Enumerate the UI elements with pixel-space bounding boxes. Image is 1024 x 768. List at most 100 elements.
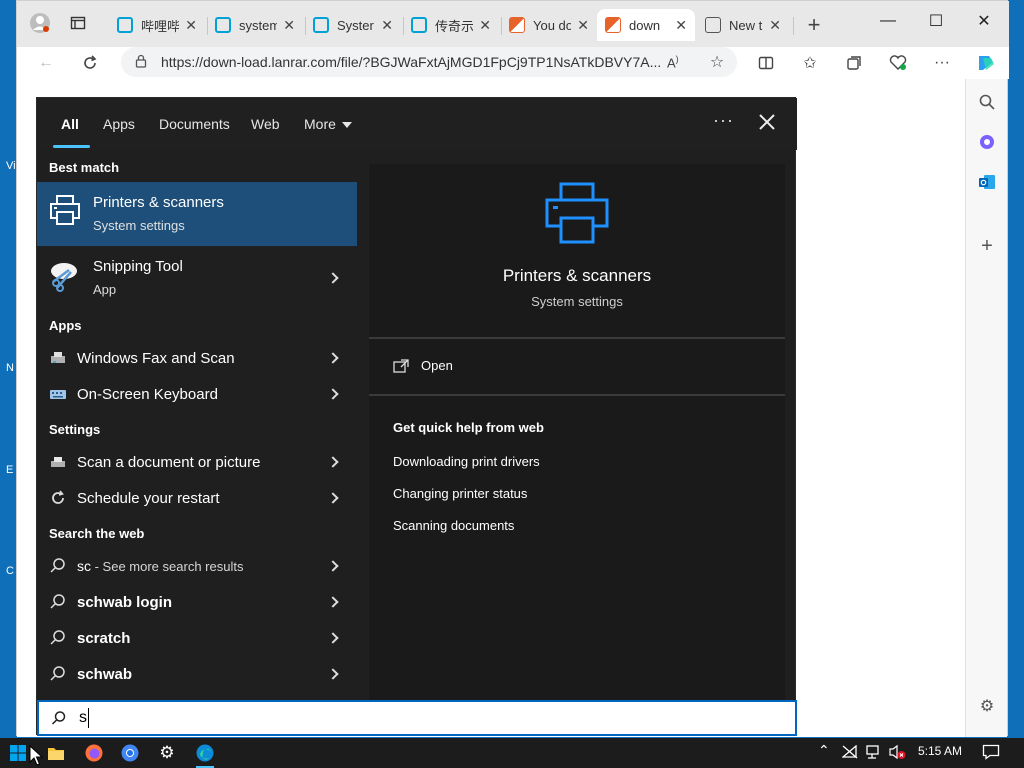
filter-tab-web[interactable]: Web	[251, 116, 280, 132]
chevron-right-icon[interactable]	[327, 388, 339, 400]
result-setting[interactable]: Schedule your restart	[37, 480, 357, 516]
file-explorer-icon[interactable]	[44, 742, 68, 764]
lanzou-icon	[509, 17, 525, 33]
help-link[interactable]: Scanning documents	[393, 518, 514, 533]
back-arrow-icon[interactable]: ←	[31, 49, 61, 77]
chevron-right-icon[interactable]	[327, 668, 339, 680]
chevron-right-icon[interactable]	[327, 492, 339, 504]
close-tab-icon[interactable]: ✕	[769, 17, 781, 34]
fax-scan-icon	[51, 352, 65, 363]
favorite-star-icon[interactable]: ☆	[697, 52, 737, 72]
filter-tab-more[interactable]: More	[304, 116, 352, 132]
browser-tab-active[interactable]: down ✕	[597, 9, 695, 41]
close-tab-icon[interactable]: ✕	[479, 17, 491, 34]
maximize-icon[interactable]: ☐	[913, 7, 959, 35]
desktop-icon-label: Vi	[6, 160, 16, 172]
filter-tab-documents[interactable]: Documents	[159, 116, 230, 132]
chevron-right-icon[interactable]	[327, 352, 339, 364]
search-icon	[50, 666, 65, 681]
result-title: Scan a document or picture	[77, 453, 261, 471]
refresh-icon[interactable]	[75, 49, 105, 77]
close-tab-icon[interactable]: ✕	[577, 17, 589, 34]
network-icon[interactable]	[866, 745, 882, 759]
lock-icon[interactable]	[135, 54, 155, 71]
chevron-right-icon[interactable]	[327, 560, 339, 572]
preview-subtitle: System settings	[531, 294, 623, 309]
help-link[interactable]: Changing printer status	[393, 486, 527, 501]
section-heading: Search the web	[49, 526, 145, 541]
settings-gear-icon[interactable]: ⚙	[974, 693, 1000, 719]
show-hidden-icons-chevron-icon[interactable]: ⌃	[818, 742, 830, 759]
chevron-down-icon	[341, 122, 352, 129]
start-windows-icon[interactable]	[6, 742, 30, 764]
add-sidebar-icon[interactable]: +	[974, 233, 1000, 259]
web-query-suffix: - See more search results	[91, 559, 244, 574]
browser-tab[interactable]: system ✕	[207, 9, 303, 41]
result-snipping-tool[interactable]: Snipping Tool App	[37, 246, 357, 310]
profile-avatar-icon[interactable]	[25, 9, 55, 37]
address-bar[interactable]: https://down-load.lanrar.com/file/?BGJWa…	[121, 47, 737, 77]
tab-label: You do	[533, 17, 572, 33]
outlook-icon[interactable]	[974, 169, 1000, 195]
browser-tab[interactable]: 哔哩哔 ✕	[109, 9, 205, 41]
lanzou-icon	[605, 17, 621, 33]
help-link[interactable]: Downloading print drivers	[393, 454, 540, 469]
tab-actions-icon[interactable]	[63, 9, 93, 37]
edge-icon[interactable]	[193, 742, 217, 764]
close-tab-icon[interactable]: ✕	[283, 17, 295, 34]
minimize-icon[interactable]: —	[865, 7, 911, 35]
result-app[interactable]: Windows Fax and Scan	[37, 340, 357, 376]
web-search-result[interactable]: scratch	[37, 620, 357, 656]
close-icon[interactable]	[755, 110, 779, 134]
chevron-right-icon[interactable]	[327, 632, 339, 644]
result-title: Windows Fax and Scan	[77, 349, 235, 367]
best-match-result[interactable]: Printers & scanners System settings	[37, 182, 357, 246]
web-query: sc	[77, 558, 91, 574]
browser-tab[interactable]: Syster ✕	[305, 9, 401, 41]
collections-icon[interactable]	[839, 49, 869, 77]
web-search-result[interactable]: schwab login	[37, 584, 357, 620]
open-action[interactable]: Open	[393, 358, 453, 373]
browser-tab[interactable]: New t ✕	[697, 9, 789, 41]
browser-essentials-icon[interactable]	[883, 49, 913, 77]
start-search-panel: All Apps Documents Web More ··· Best mat…	[36, 97, 797, 736]
split-screen-icon[interactable]	[751, 49, 781, 77]
web-result-text: sc - See more search results	[77, 558, 243, 574]
filter-tab-all[interactable]: All	[61, 116, 79, 132]
read-aloud-icon[interactable]: A)	[667, 54, 697, 70]
settings-gear-icon[interactable]: ⚙	[155, 742, 179, 764]
search-icon[interactable]	[974, 89, 1000, 115]
close-tab-icon[interactable]: ✕	[381, 17, 393, 34]
close-tab-icon[interactable]: ✕	[675, 17, 687, 34]
url-text[interactable]: https://down-load.lanrar.com/file/?BGJWa…	[161, 54, 667, 70]
volume-muted-icon[interactable]	[888, 744, 906, 760]
chevron-right-icon[interactable]	[327, 596, 339, 608]
search-icon	[50, 594, 65, 609]
divider	[369, 394, 785, 396]
new-tab-plus-icon[interactable]: +	[799, 11, 829, 39]
browser-tab[interactable]: 传奇示 ✕	[403, 9, 499, 41]
result-app[interactable]: On-Screen Keyboard	[37, 376, 357, 412]
filter-tab-apps[interactable]: Apps	[103, 116, 135, 132]
chrome-icon[interactable]	[118, 742, 142, 764]
more-options-icon[interactable]: ···	[713, 110, 734, 131]
browser-tab[interactable]: You do ✕	[501, 9, 597, 41]
firefox-icon[interactable]	[82, 742, 106, 764]
close-window-icon[interactable]: ✕	[961, 7, 1007, 35]
notifications-icon[interactable]	[982, 744, 1000, 760]
web-search-result[interactable]: sc - See more search results	[37, 548, 357, 584]
favorites-icon[interactable]: ✩	[795, 49, 825, 77]
copilot-sidebar-icon[interactable]	[974, 129, 1000, 155]
new-tab-icon	[705, 17, 721, 33]
clock-time[interactable]: 5:15 AM	[918, 744, 962, 758]
help-heading: Get quick help from web	[393, 420, 544, 435]
search-input[interactable]: s	[37, 700, 797, 736]
network-disconnected-icon[interactable]	[842, 745, 858, 759]
close-tab-icon[interactable]: ✕	[185, 17, 197, 34]
copilot-icon[interactable]	[971, 49, 1001, 77]
more-menu-icon[interactable]: ···	[927, 49, 957, 77]
result-setting[interactable]: Scan a document or picture	[37, 444, 357, 480]
web-search-result[interactable]: schwab	[37, 656, 357, 692]
chevron-right-icon[interactable]	[327, 456, 339, 468]
chevron-right-icon[interactable]	[327, 272, 339, 284]
